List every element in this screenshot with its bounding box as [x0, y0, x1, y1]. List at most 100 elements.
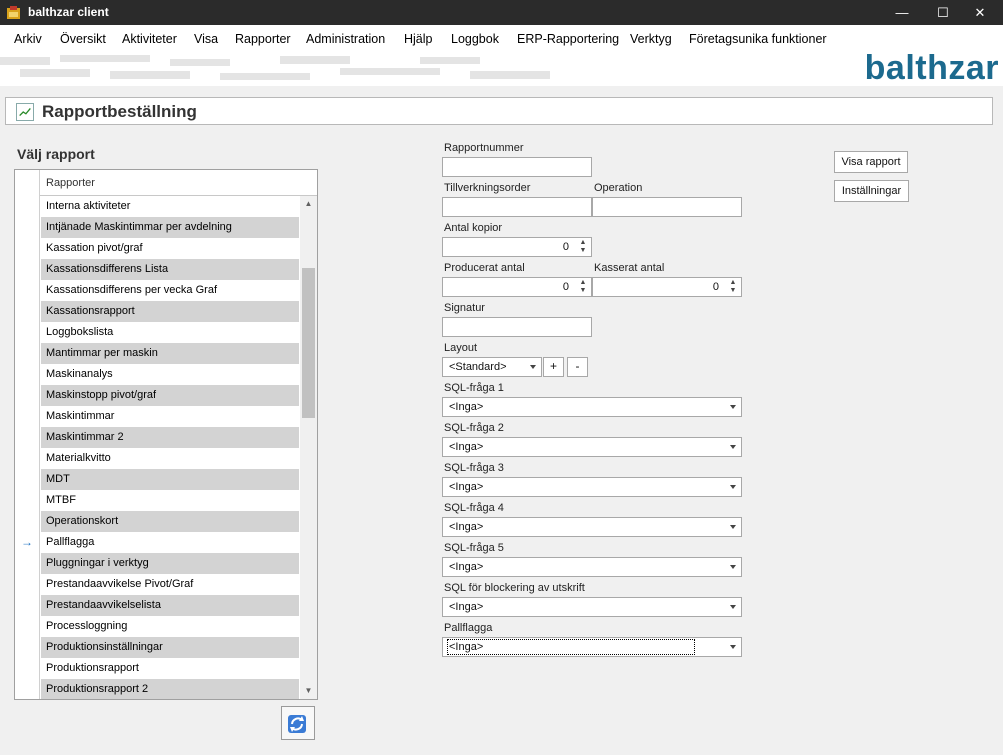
- list-item[interactable]: Processloggning: [41, 616, 299, 637]
- report-rows: Interna aktiviteter Intjänade Maskintimma…: [41, 196, 299, 699]
- refresh-icon: [288, 715, 306, 733]
- list-item[interactable]: Kassationsdifferens Lista: [41, 259, 299, 280]
- menu-loggbok[interactable]: Loggbok: [451, 32, 499, 46]
- menu-visa[interactable]: Visa: [194, 32, 218, 46]
- list-item[interactable]: Pluggningar i verktyg: [41, 553, 299, 574]
- list-item[interactable]: Produktionsrapport: [41, 658, 299, 679]
- sql-fraga-2-label: SQL-fråga 2: [444, 422, 504, 434]
- menu-oversikt[interactable]: Översikt: [60, 32, 106, 46]
- report-list[interactable]: Rapporter Interna aktiviteter Intjänade M…: [14, 169, 318, 700]
- operation-label: Operation: [594, 182, 643, 194]
- chevron-down-icon: [730, 405, 736, 409]
- tillverkningsorder-label: Tillverkningsorder: [444, 182, 531, 194]
- sql-fraga-3-label: SQL-fråga 3: [444, 462, 504, 474]
- signatur-label: Signatur: [444, 302, 485, 314]
- list-item[interactable]: Produktionsinställningar: [41, 637, 299, 658]
- sql-fraga-5-value: <Inga>: [449, 561, 484, 573]
- list-item[interactable]: Operationskort: [41, 511, 299, 532]
- installningar-button[interactable]: Inställningar: [834, 180, 909, 202]
- scroll-up-arrow-icon[interactable]: ▲: [300, 196, 317, 212]
- menu-arkiv[interactable]: Arkiv: [14, 32, 42, 46]
- sql-fraga-4-label: SQL-fråga 4: [444, 502, 504, 514]
- producerat-antal-stepper[interactable]: 0 ▲ ▼: [442, 277, 592, 297]
- list-item[interactable]: Mantimmar per maskin: [41, 343, 299, 364]
- list-scrollbar[interactable]: ▲ ▼: [300, 196, 317, 699]
- menu-foretagsunika-funktioner[interactable]: Företagsunika funktioner: [689, 32, 827, 46]
- layout-select[interactable]: <Standard>: [442, 357, 542, 377]
- list-item[interactable]: Materialkvitto: [41, 448, 299, 469]
- list-item[interactable]: MDT: [41, 469, 299, 490]
- chevron-down-icon: [530, 365, 536, 369]
- section-title: Välj rapport: [17, 146, 95, 162]
- operation-input[interactable]: [592, 197, 742, 217]
- close-button[interactable]: ✕: [957, 0, 1003, 25]
- add-layout-button[interactable]: +: [543, 357, 564, 377]
- antal-kopior-stepper[interactable]: 0 ▲ ▼: [442, 237, 592, 257]
- list-item[interactable]: Produktionsrapport 2: [41, 679, 299, 699]
- scroll-down-arrow-icon[interactable]: ▼: [300, 683, 317, 699]
- list-item[interactable]: Kassationsdifferens per vecka Graf: [41, 280, 299, 301]
- list-item[interactable]: Maskintimmar 2: [41, 427, 299, 448]
- sql-fraga-1-label: SQL-fråga 1: [444, 382, 504, 394]
- menu-verktyg[interactable]: Verktyg: [630, 32, 672, 46]
- scrollbar-thumb[interactable]: [302, 268, 315, 418]
- kasserat-antal-value: 0: [712, 281, 719, 293]
- list-item[interactable]: Interna aktiviteter: [41, 196, 299, 217]
- sql-fraga-2-select[interactable]: <Inga>: [442, 437, 742, 457]
- row-header-column: [15, 170, 40, 699]
- refresh-button[interactable]: [281, 706, 315, 740]
- minimize-button[interactable]: —: [879, 0, 925, 25]
- rapportnummer-label: Rapportnummer: [444, 142, 524, 154]
- menu-bar: Arkiv Översikt Aktiviteter Visa Rapporte…: [0, 25, 1003, 51]
- list-item[interactable]: Prestandaavvikelselista: [41, 595, 299, 616]
- list-item[interactable]: Pallflagga: [41, 532, 299, 553]
- spin-arrows-icon[interactable]: ▲ ▼: [577, 239, 589, 255]
- spin-arrows-icon[interactable]: ▲ ▼: [727, 279, 739, 295]
- list-item[interactable]: MTBF: [41, 490, 299, 511]
- banner: balthzar: [0, 51, 1003, 86]
- list-item[interactable]: Maskinstopp pivot/graf: [41, 385, 299, 406]
- sql-fraga-2-value: <Inga>: [449, 441, 484, 453]
- layout-label: Layout: [444, 342, 478, 354]
- pallflagga-label: Pallflagga: [444, 622, 493, 634]
- menu-rapporter[interactable]: Rapporter: [235, 32, 291, 46]
- antal-kopior-value: 0: [562, 241, 569, 253]
- sql-fraga-5-select[interactable]: <Inga>: [442, 557, 742, 577]
- sql-fraga-3-value: <Inga>: [449, 481, 484, 493]
- visa-rapport-button[interactable]: Visa rapport: [834, 151, 908, 173]
- pallflagga-select[interactable]: <Inga>: [442, 637, 742, 657]
- sql-fraga-5-label: SQL-fråga 5: [444, 542, 504, 554]
- sql-blockering-select[interactable]: <Inga>: [442, 597, 742, 617]
- pallflagga-value: <Inga>: [446, 639, 696, 655]
- spin-arrows-icon[interactable]: ▲ ▼: [577, 279, 589, 295]
- antal-kopior-label: Antal kopior: [444, 222, 503, 234]
- sql-fraga-4-select[interactable]: <Inga>: [442, 517, 742, 537]
- remove-layout-button[interactable]: -: [567, 357, 588, 377]
- sql-fraga-1-select[interactable]: <Inga>: [442, 397, 742, 417]
- menu-administration[interactable]: Administration: [306, 32, 385, 46]
- menu-hjalp[interactable]: Hjälp: [404, 32, 433, 46]
- sql-fraga-3-select[interactable]: <Inga>: [442, 477, 742, 497]
- title-bar: balthzar client — ☐ ✕: [0, 0, 1003, 25]
- list-item[interactable]: Prestandaavvikelse Pivot/Graf: [41, 574, 299, 595]
- page-header: Rapportbeställning: [5, 97, 993, 125]
- kasserat-antal-stepper[interactable]: 0 ▲ ▼: [592, 277, 742, 297]
- tillverkningsorder-input[interactable]: [442, 197, 592, 217]
- list-item[interactable]: Loggbokslista: [41, 322, 299, 343]
- layout-value: <Standard>: [449, 361, 507, 373]
- list-item[interactable]: Kassation pivot/graf: [41, 238, 299, 259]
- app-icon: [7, 6, 20, 19]
- chevron-down-icon: [730, 605, 736, 609]
- chevron-down-icon: [730, 445, 736, 449]
- column-header[interactable]: Rapporter: [40, 170, 317, 196]
- list-item[interactable]: Kassationsrapport: [41, 301, 299, 322]
- list-item[interactable]: Intjänade Maskintimmar per avdelning: [41, 217, 299, 238]
- producerat-antal-value: 0: [562, 281, 569, 293]
- list-item[interactable]: Maskinanalys: [41, 364, 299, 385]
- report-chart-icon: [16, 103, 34, 121]
- signatur-input[interactable]: [442, 317, 592, 337]
- menu-erp-rapportering[interactable]: ERP-Rapportering: [517, 32, 619, 46]
- rapportnummer-input[interactable]: [442, 157, 592, 177]
- list-item[interactable]: Maskintimmar: [41, 406, 299, 427]
- menu-aktiviteter[interactable]: Aktiviteter: [122, 32, 177, 46]
